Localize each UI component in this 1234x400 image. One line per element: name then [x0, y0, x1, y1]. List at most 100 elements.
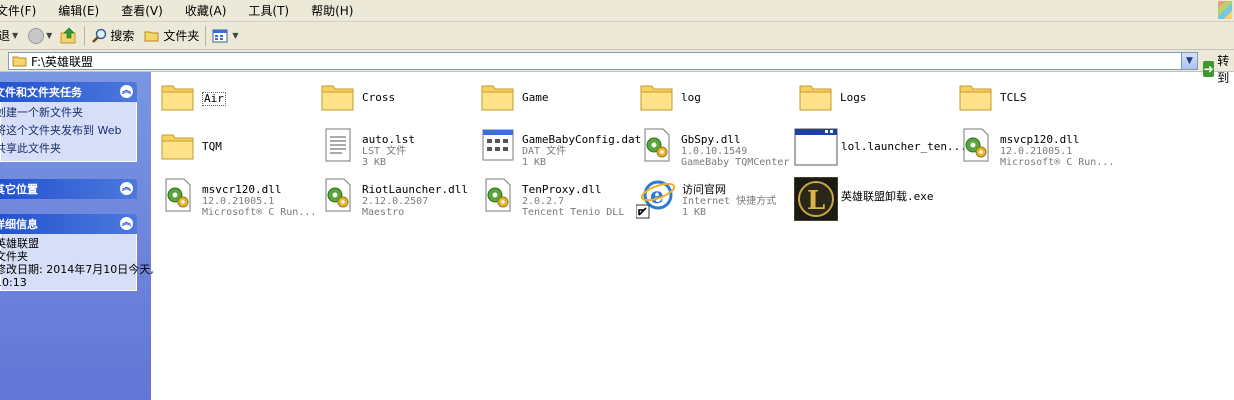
file-size: 1 KB: [682, 207, 707, 218]
file-version: 2.0.2.7: [522, 196, 565, 207]
folders-label: 文件夹: [163, 29, 200, 43]
dll-gear-icon: [644, 128, 670, 162]
up-folder-button[interactable]: [60, 24, 78, 48]
folder-icon: [481, 85, 514, 111]
item-name: msvcp120.dll 12.0.21005.1 Microsoft® C R…: [1000, 133, 1114, 169]
back-button[interactable]: 后退 ▼: [0, 24, 18, 48]
collapse-chevron-icon[interactable]: ︽: [120, 182, 133, 195]
tasks-panel-body: 创建一个新文件夹 将这个文件夹发布到 Web 共享此文件夹: [0, 102, 137, 162]
tasks-panel-title: 文件和文件夹任务: [0, 86, 82, 99]
file-name: GbSpy.dll: [681, 133, 741, 146]
folder-icon: [640, 85, 673, 111]
views-icon: [212, 29, 228, 42]
address-bar: F:\英雄联盟 ▼ ➜ 转到: [0, 50, 1234, 85]
file-company: Tencent Tenio DLL: [522, 207, 625, 218]
details-header[interactable]: 详细信息 ︽: [0, 214, 137, 234]
collapse-chevron-icon[interactable]: ︽: [120, 85, 133, 98]
internet-explorer-shortcut-icon: e: [636, 180, 676, 219]
file-name: 访问官网: [682, 183, 726, 196]
task-new-folder[interactable]: 创建一个新文件夹: [0, 104, 136, 122]
task-share-folder[interactable]: 共享此文件夹: [0, 140, 136, 158]
file-name: RiotLauncher.dll: [362, 183, 468, 196]
file-type: DAT 文件: [522, 146, 567, 157]
details-time: 10:13: [0, 276, 27, 289]
other-places-title: 其它位置: [0, 183, 38, 196]
address-dropdown-icon[interactable]: ▼: [1181, 53, 1197, 69]
dll-gear-icon: [963, 128, 989, 162]
config-file-icon: [482, 129, 514, 161]
address-input[interactable]: F:\英雄联盟 ▼: [8, 52, 1198, 70]
dll-gear-icon: [165, 178, 191, 212]
item-name: TenProxy.dll 2.0.2.7 Tencent Tenio DLL: [522, 183, 625, 219]
menu-file[interactable]: 文件(F): [0, 2, 47, 19]
address-value: F:\英雄联盟: [31, 54, 94, 69]
application-window-icon: [794, 128, 838, 166]
tasks-panel-header[interactable]: 文件和文件夹任务 ︽: [0, 82, 137, 102]
views-dropdown-icon[interactable]: ▼: [232, 31, 238, 40]
item-name: Game: [522, 91, 549, 104]
item-name: RiotLauncher.dll 2.12.0.2507 Maestro: [362, 183, 468, 219]
dll-gear-icon: [325, 178, 351, 212]
file-version: 12.0.21005.1: [202, 196, 275, 207]
views-button[interactable]: ▼: [212, 24, 239, 48]
windows-logo-icon: [1218, 1, 1232, 19]
forward-icon: [28, 27, 45, 44]
go-arrow-icon: ➜: [1203, 61, 1215, 77]
file-version: 1.0.10.1549: [681, 146, 748, 157]
menu-tools[interactable]: 工具(T): [237, 2, 300, 19]
menu-view[interactable]: 查看(V): [110, 2, 174, 19]
file-version: 12.0.21005.1: [1000, 146, 1073, 157]
task-publish-web[interactable]: 将这个文件夹发布到 Web: [0, 122, 136, 140]
other-places-header[interactable]: 其它位置 ︽: [0, 179, 137, 199]
item-name: 访问官网 Internet 快捷方式 1 KB: [682, 183, 777, 219]
folder-icon: [959, 85, 992, 111]
details-body: 英雄联盟 文件夹 修改日期: 2014年7月10日今天, 10:13: [0, 234, 154, 291]
details-title: 详细信息: [0, 218, 38, 231]
forward-dropdown-icon[interactable]: ▼: [46, 31, 52, 40]
file-name: msvcp120.dll: [1000, 133, 1080, 146]
search-label: 搜索: [110, 29, 135, 43]
search-button[interactable]: 搜索: [91, 24, 134, 48]
file-size: 3 KB: [362, 157, 387, 168]
menu-favorites[interactable]: 收藏(A): [174, 2, 238, 19]
item-name: lol.launcher_ten...: [841, 140, 967, 153]
item-name: Air: [202, 92, 226, 106]
menu-bar: 文件(F) 编辑(E) 查看(V) 收藏(A) 工具(T) 帮助(H): [0, 0, 1234, 22]
item-name: TCLS: [1000, 91, 1027, 104]
folder-icon: [12, 56, 27, 67]
menu-help[interactable]: 帮助(H): [300, 2, 364, 19]
item-name: 英雄联盟卸载.exe: [841, 190, 934, 203]
task-pane: 文件和文件夹任务 ︽ 创建一个新文件夹 将这个文件夹发布到 Web 共享此文件夹…: [0, 72, 154, 400]
item-name: msvcr120.dll 12.0.21005.1 Microsoft® C R…: [202, 183, 317, 219]
file-company: Microsoft® C Run...: [202, 207, 317, 218]
up-folder-icon: [60, 27, 76, 43]
league-of-legends-logo-icon: L: [794, 177, 838, 221]
menu-edit[interactable]: 编辑(E): [47, 2, 110, 19]
item-name: TQM: [202, 140, 222, 153]
folder-icon: [161, 85, 194, 111]
go-label: 转到: [1217, 54, 1230, 85]
item-name: auto.lst LST 文件 3 KB: [362, 134, 415, 169]
item-name: GameBabyConfig.dat DAT 文件 1 KB: [522, 134, 641, 169]
toolbar-separator: [205, 25, 207, 46]
file-name: TenProxy.dll: [522, 183, 602, 196]
folders-button[interactable]: 文件夹: [144, 24, 199, 48]
file-company: GameBaby TQMCenter: [681, 157, 790, 168]
item-name: GbSpy.dll 1.0.10.1549 GameBaby TQMCenter: [681, 133, 790, 169]
file-type: Internet 快捷方式: [682, 196, 777, 207]
search-icon: [92, 28, 107, 43]
file-version: 2.12.0.2507: [362, 196, 429, 207]
go-button[interactable]: ➜ 转到: [1203, 52, 1234, 86]
details-modified: 修改日期: 2014年7月10日今天,: [0, 263, 154, 276]
details-name: 英雄联盟: [0, 237, 39, 250]
forward-button[interactable]: ▼: [28, 24, 52, 48]
file-name: msvcr120.dll: [202, 183, 282, 196]
collapse-chevron-icon[interactable]: ︽: [120, 217, 133, 230]
folder-icon: [161, 134, 194, 160]
item-name: Cross: [362, 91, 396, 104]
back-dropdown-icon[interactable]: ▼: [12, 31, 18, 40]
details-type: 文件夹: [0, 250, 28, 263]
svg-text:L: L: [807, 186, 825, 216]
file-type: LST 文件: [362, 146, 407, 157]
folder-icon: [321, 85, 354, 111]
